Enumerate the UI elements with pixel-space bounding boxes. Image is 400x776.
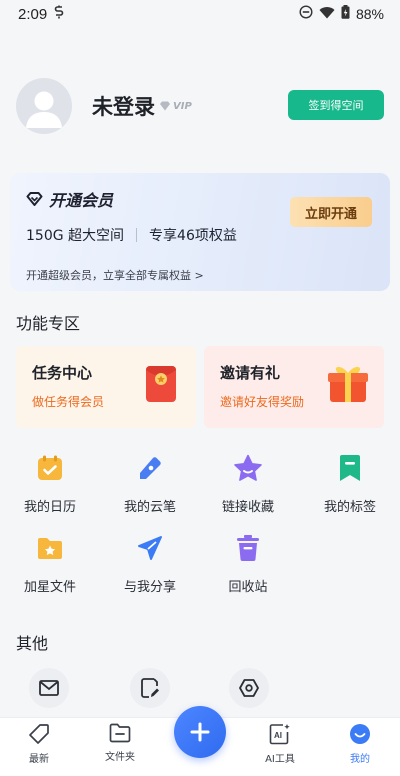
login-status-name[interactable]: 未登录 [92, 91, 155, 121]
nav-mine[interactable]: 我的 [330, 723, 390, 765]
grid-item-starred-files[interactable]: 加星文件 [6, 532, 94, 595]
status-left: 2:09 [18, 5, 65, 23]
grid-label-link-favorites: 链接收藏 [221, 500, 274, 515]
battery-icon [341, 5, 350, 23]
add-button[interactable] [174, 706, 226, 758]
avatar[interactable] [16, 78, 72, 134]
nav-ai-tools[interactable]: AI AI工具 [250, 723, 310, 765]
vip-title-text: 开通会员 [49, 191, 114, 210]
others-section-title: 其他 [16, 634, 49, 653]
nav-ai-tools-label: AI工具 [265, 754, 295, 765]
profile-smile-icon [350, 724, 370, 744]
vip-benefits: 150G 超大空间 专享46项权益 [26, 225, 374, 245]
wifi-icon [319, 6, 335, 23]
invite-card[interactable]: 邀请有礼 邀请好友得奖励 [204, 346, 384, 428]
gift-icon [326, 362, 370, 408]
grid-label-cloud-note: 我的云笔 [123, 500, 176, 515]
status-right: 88% [299, 5, 384, 23]
hexagon-settings-icon [239, 679, 259, 697]
star-icon [232, 452, 264, 484]
send-icon [134, 532, 166, 564]
grid-label-shared-with-me: 与我分享 [123, 580, 176, 595]
grid-item-shared-with-me[interactable]: 与我分享 [106, 532, 194, 595]
folder-icon [109, 723, 131, 743]
battery-percent: 88% [355, 6, 384, 22]
diamond-icon [26, 192, 43, 206]
vip-card[interactable]: 开通会员 150G 超大空间 专享46项权益 立即开通 开通超级会员，立享全部专… [10, 173, 390, 291]
checkin-button[interactable]: 签到得空间 [288, 90, 384, 120]
dnd-icon [299, 5, 313, 23]
benefit-rights: 专享46项权益 [149, 228, 237, 244]
vip-badge-label: VIP [173, 100, 192, 112]
svg-text:AI: AI [274, 731, 282, 740]
task-center-card[interactable]: 任务中心 做任务得会员 [16, 346, 196, 428]
nav-mine-label: 我的 [350, 754, 370, 765]
grid-item-cloud-note[interactable]: 我的云笔 [106, 452, 194, 515]
nav-latest[interactable]: 最新 [9, 723, 69, 765]
edit-document-icon [141, 678, 159, 698]
grid-item-tags[interactable]: 我的标签 [306, 452, 394, 515]
nav-folder[interactable]: 文件夹 [90, 723, 150, 763]
status-time: 2:09 [18, 5, 48, 23]
grid-item-recycle-bin[interactable]: 回收站 [204, 532, 292, 595]
tag-icon [29, 724, 49, 744]
grid-label-recycle-bin: 回收站 [228, 580, 268, 595]
grid-label-calendar: 我的日历 [23, 500, 76, 515]
nav-latest-label: 最新 [29, 754, 49, 765]
nav-folder-label: 文件夹 [105, 752, 135, 763]
red-envelope-icon [144, 364, 178, 408]
other-settings-button[interactable] [229, 668, 269, 708]
divider [136, 228, 138, 242]
status-bar: 2:09 88% [0, 0, 400, 28]
other-edit-doc-button[interactable] [130, 668, 170, 708]
benefit-space: 150G 超大空间 [26, 228, 125, 244]
trash-icon [232, 532, 264, 564]
plus-icon [190, 722, 210, 742]
grid-label-tags: 我的标签 [323, 500, 376, 515]
ai-tool-icon: AI [269, 724, 290, 745]
grid-label-starred-files: 加星文件 [23, 580, 76, 595]
grid-item-calendar[interactable]: 我的日历 [6, 452, 94, 515]
vip-subtitle-link[interactable]: 开通超级会员，立享全部专属权益 > [26, 267, 204, 283]
vip-badge: VIP [159, 101, 192, 112]
features-section-title: 功能专区 [16, 314, 81, 333]
default-avatar-icon [26, 91, 62, 128]
profile-header: 未登录 VIP 签到得空间 [16, 78, 384, 134]
calendar-icon [34, 452, 66, 484]
grid-item-link-favorites[interactable]: 链接收藏 [204, 452, 292, 515]
pen-icon [134, 452, 166, 484]
open-vip-button[interactable]: 立即开通 [290, 197, 372, 227]
sync-status-icon [53, 5, 65, 23]
other-mail-button[interactable] [29, 668, 69, 708]
diamond-icon [160, 101, 170, 111]
mail-icon [39, 680, 59, 696]
star-folder-icon [34, 532, 66, 564]
bookmark-icon [334, 452, 366, 484]
